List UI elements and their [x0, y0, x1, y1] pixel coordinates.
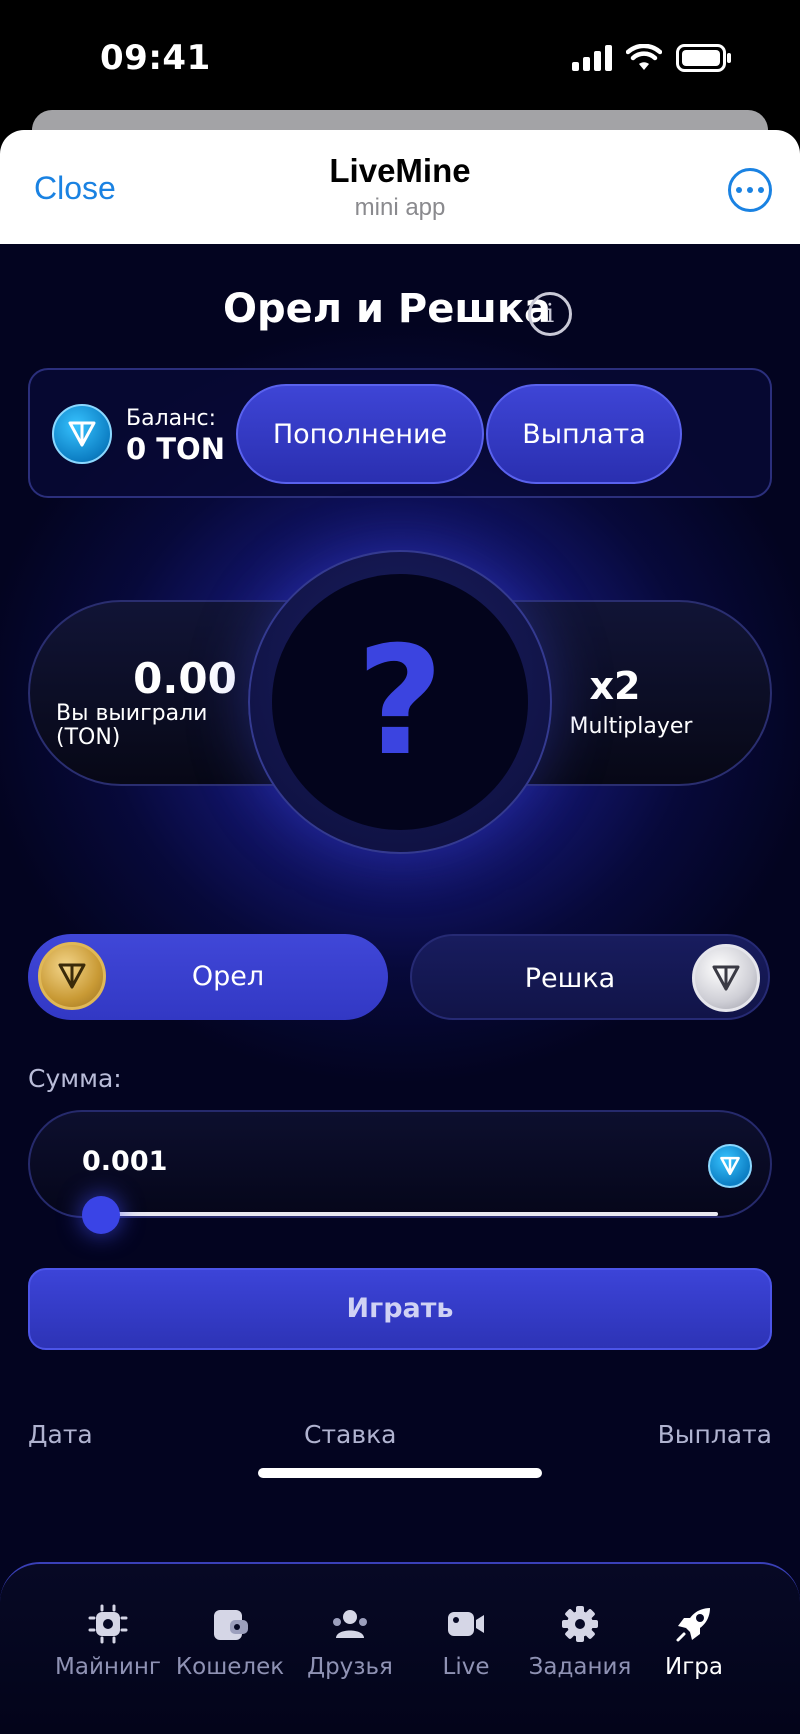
app-subtitle: mini app — [354, 194, 446, 221]
status-icons — [572, 44, 732, 72]
nav-label: Майнинг — [55, 1654, 161, 1680]
nav-item-tasks[interactable]: Задания — [522, 1604, 638, 1680]
chip-icon — [88, 1604, 128, 1644]
silver-coin-icon — [692, 944, 760, 1012]
more-dot — [758, 187, 764, 193]
nav-item-live[interactable]: Live — [408, 1604, 524, 1680]
nav-item-friends[interactable]: Друзья — [292, 1604, 408, 1680]
history-header-date: Дата — [28, 1420, 93, 1449]
more-options-button[interactable] — [728, 168, 772, 212]
amount-value: 0.001 — [82, 1146, 168, 1177]
game-screen: Орел и Решка i Баланс: 0 TON Пополнение … — [0, 244, 800, 1734]
balance-label: Баланс: — [126, 406, 217, 431]
mini-app-header: Close LiveMine mini app — [0, 130, 800, 244]
nav-label: Задания — [528, 1654, 632, 1680]
nav-item-mining[interactable]: Майнинг — [50, 1604, 166, 1680]
amount-label: Сумма: — [28, 1064, 122, 1093]
multiplier-value: x2 — [589, 664, 641, 708]
coin-face: ? — [272, 574, 528, 830]
status-bar: 09:41 — [0, 0, 800, 110]
heads-label: Орел — [191, 961, 265, 992]
question-mark-icon: ? — [356, 615, 444, 789]
bottom-nav: Майнинг Кошелек Друзья Live Задания Игра — [0, 1562, 800, 1734]
ton-coin-icon — [708, 1144, 752, 1188]
gear-icon — [562, 1606, 598, 1642]
nav-item-game[interactable]: Игра — [636, 1604, 752, 1680]
heads-button[interactable]: Орел — [28, 934, 388, 1020]
nav-item-wallet[interactable]: Кошелек — [172, 1604, 288, 1680]
tails-button[interactable]: Решка — [410, 934, 770, 1020]
nav-label: Игра — [665, 1654, 723, 1680]
app-title: LiveMine — [329, 152, 471, 189]
deposit-button[interactable]: Пополнение — [236, 384, 484, 484]
page-title-text: Орел и Решка — [222, 286, 551, 332]
wifi-icon — [626, 44, 662, 70]
page-title: Орел и Решка — [0, 286, 800, 332]
history-header-bet: Ставка — [304, 1420, 397, 1449]
status-time: 09:41 — [100, 38, 211, 78]
video-camera-icon — [448, 1612, 484, 1636]
nav-label: Live — [442, 1654, 490, 1680]
friends-icon — [333, 1610, 367, 1638]
play-button[interactable]: Играть — [28, 1268, 772, 1350]
signal-icon — [572, 45, 612, 71]
amount-slider-track[interactable] — [100, 1212, 718, 1216]
ton-coin-icon — [52, 404, 112, 464]
wallet-icon — [214, 1610, 248, 1640]
coin-display: ? — [248, 550, 552, 854]
win-label: Вы выиграли (TON) — [56, 701, 208, 750]
amount-slider-thumb[interactable] — [82, 1196, 120, 1234]
history-header-payout: Выплата — [657, 1420, 772, 1449]
nav-label: Друзья — [307, 1654, 393, 1680]
info-icon[interactable]: i — [528, 292, 572, 336]
balance-value: 0 TON — [126, 432, 225, 466]
rocket-icon — [676, 1608, 710, 1642]
multiplier-label: Multiplayer — [569, 714, 693, 739]
more-dot — [747, 187, 753, 193]
home-indicator — [258, 1468, 542, 1478]
balance-panel: Баланс: 0 TON Пополнение Выплата — [28, 368, 772, 498]
more-dot — [736, 187, 742, 193]
withdraw-button[interactable]: Выплата — [486, 384, 682, 484]
amount-input[interactable]: 0.001 — [28, 1110, 772, 1218]
nav-label: Кошелек — [175, 1654, 285, 1680]
battery-icon — [676, 44, 731, 72]
